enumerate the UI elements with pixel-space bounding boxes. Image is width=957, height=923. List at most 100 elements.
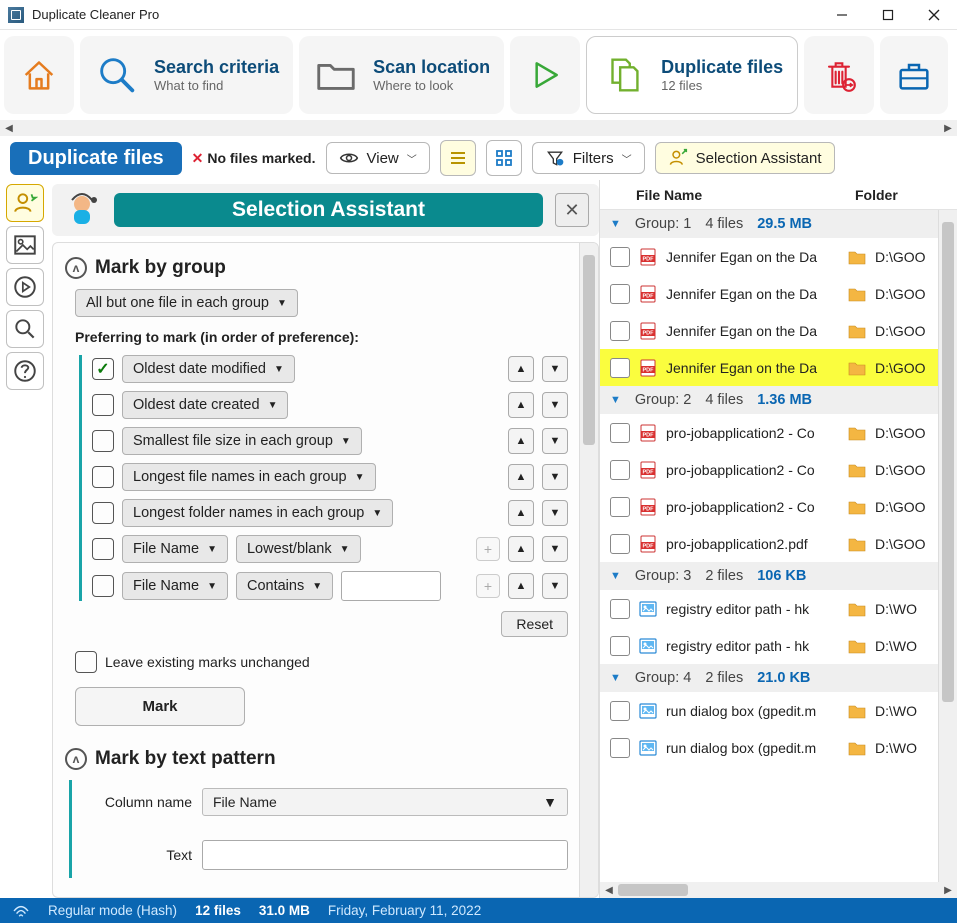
file-checkbox[interactable]	[610, 497, 630, 517]
maximize-button[interactable]	[865, 0, 911, 30]
file-row[interactable]: PDFJennifer Egan on the DaD:\GOO	[600, 238, 939, 275]
file-checkbox[interactable]	[610, 460, 630, 480]
rail-selection-assistant[interactable]	[6, 184, 44, 222]
view-grid-button[interactable]	[486, 140, 522, 176]
rule-checkbox[interactable]	[92, 358, 114, 380]
search-criteria-button[interactable]: Search criteriaWhat to find	[80, 36, 293, 114]
scan-location-button[interactable]: Scan locationWhere to look	[299, 36, 504, 114]
tools-button[interactable]	[880, 36, 948, 114]
col-filename[interactable]: File Name	[636, 187, 855, 203]
filters-button[interactable]: Filters﹀	[532, 142, 645, 174]
col-folder[interactable]: Folder	[855, 187, 939, 203]
rule-checkbox[interactable]	[92, 430, 114, 452]
file-row[interactable]: PDFJennifer Egan on the DaD:\GOO	[600, 349, 939, 386]
selection-assistant-button[interactable]: Selection Assistant	[655, 142, 835, 174]
text-input[interactable]	[202, 840, 568, 870]
file-checkbox[interactable]	[610, 321, 630, 341]
move-up-button[interactable]: ▲	[508, 356, 534, 382]
move-down-button[interactable]: ▼	[542, 356, 568, 382]
rule-checkbox[interactable]	[92, 538, 114, 560]
rail-help[interactable]	[6, 352, 44, 390]
duplicate-files-button[interactable]: Duplicate files12 files	[586, 36, 798, 114]
move-up-button[interactable]: ▲	[508, 500, 534, 526]
scan-button[interactable]	[510, 36, 580, 114]
list-scrollbar-thumb[interactable]	[942, 222, 954, 702]
rule-checkbox[interactable]	[92, 575, 114, 597]
list-hscrollbar[interactable]: ◀ ▶	[600, 882, 957, 898]
file-checkbox[interactable]	[610, 636, 630, 656]
scroll-right-icon[interactable]: ▶	[939, 120, 957, 136]
rail-image[interactable]	[6, 226, 44, 264]
file-checkbox[interactable]	[610, 534, 630, 554]
reset-button[interactable]: Reset	[501, 611, 568, 637]
file-checkbox[interactable]	[610, 284, 630, 304]
mark-button[interactable]: Mark	[75, 687, 245, 726]
file-row[interactable]: PDFJennifer Egan on the DaD:\GOO	[600, 312, 939, 349]
rail-search[interactable]	[6, 310, 44, 348]
move-down-button[interactable]: ▼	[542, 573, 568, 599]
file-checkbox[interactable]	[610, 701, 630, 721]
move-down-button[interactable]: ▼	[542, 500, 568, 526]
column-name-combo[interactable]: File Name▼	[202, 788, 568, 816]
hscroll-thumb[interactable]	[618, 884, 688, 896]
minimize-button[interactable]	[819, 0, 865, 30]
view-menu-button[interactable]: View﹀	[326, 142, 430, 174]
sa-close-button[interactable]: ✕	[555, 193, 589, 227]
group-mode-combo[interactable]: All but one file in each group▼	[75, 289, 298, 317]
move-up-button[interactable]: ▲	[508, 464, 534, 490]
group-header[interactable]: ▼Group: 32 files106 KB	[600, 562, 939, 590]
move-up-button[interactable]: ▲	[508, 536, 534, 562]
move-up-button[interactable]: ▲	[508, 428, 534, 454]
rule-combo2[interactable]: Contains▼	[236, 572, 333, 600]
file-row[interactable]: PDFpro-jobapplication2 - CoD:\GOO	[600, 414, 939, 451]
file-checkbox[interactable]	[610, 599, 630, 619]
file-row[interactable]: run dialog box (gpedit.mD:\WO	[600, 692, 939, 729]
scroll-left-icon[interactable]: ◀	[0, 120, 18, 136]
rule-checkbox[interactable]	[92, 466, 114, 488]
file-row[interactable]: PDFpro-jobapplication2.pdfD:\GOO	[600, 525, 939, 562]
home-button[interactable]	[4, 36, 74, 114]
rule-combo[interactable]: Longest file names in each group▼	[122, 463, 376, 491]
rule-combo[interactable]: Oldest date created▼	[122, 391, 288, 419]
move-up-button[interactable]: ▲	[508, 392, 534, 418]
scroll-right-icon[interactable]: ▶	[939, 882, 957, 898]
view-list-button[interactable]	[440, 140, 476, 176]
rule-checkbox[interactable]	[92, 394, 114, 416]
sa-scrollbar-thumb[interactable]	[583, 255, 595, 445]
file-checkbox[interactable]	[610, 358, 630, 378]
toolbar-scrollbar[interactable]: ◀ ▶	[0, 120, 957, 136]
scroll-left-icon[interactable]: ◀	[600, 882, 618, 898]
close-button[interactable]	[911, 0, 957, 30]
file-row[interactable]: PDFJennifer Egan on the DaD:\GOO	[600, 275, 939, 312]
file-checkbox[interactable]	[610, 738, 630, 758]
move-down-button[interactable]: ▼	[542, 536, 568, 562]
mark-by-text-title[interactable]: ʌ Mark by text pattern	[65, 748, 568, 770]
file-row[interactable]: PDFpro-jobapplication2 - CoD:\GOO	[600, 488, 939, 525]
rule-combo[interactable]: File Name▼	[122, 535, 228, 563]
group-header[interactable]: ▼Group: 14 files29.5 MB	[600, 210, 939, 238]
file-checkbox[interactable]	[610, 247, 630, 267]
group-header[interactable]: ▼Group: 42 files21.0 KB	[600, 664, 939, 692]
rule-combo[interactable]: Oldest date modified▼	[122, 355, 295, 383]
collapse-icon[interactable]: ʌ	[65, 748, 87, 770]
delete-button[interactable]	[804, 36, 874, 114]
file-row[interactable]: PDFpro-jobapplication2 - CoD:\GOO	[600, 451, 939, 488]
rule-text-input[interactable]	[341, 571, 441, 601]
move-up-button[interactable]: ▲	[508, 573, 534, 599]
move-down-button[interactable]: ▼	[542, 392, 568, 418]
file-row[interactable]: registry editor path - hkD:\WO	[600, 590, 939, 627]
rule-combo[interactable]: Smallest file size in each group▼	[122, 427, 362, 455]
rule-combo2[interactable]: Lowest/blank▼	[236, 535, 361, 563]
collapse-icon[interactable]: ʌ	[65, 257, 87, 279]
group-header[interactable]: ▼Group: 24 files1.36 MB	[600, 386, 939, 414]
file-row[interactable]: run dialog box (gpedit.mD:\WO	[600, 729, 939, 766]
rule-combo[interactable]: Longest folder names in each group▼	[122, 499, 393, 527]
move-down-button[interactable]: ▼	[542, 428, 568, 454]
file-checkbox[interactable]	[610, 423, 630, 443]
rule-combo[interactable]: File Name▼	[122, 572, 228, 600]
rule-checkbox[interactable]	[92, 502, 114, 524]
file-row[interactable]: registry editor path - hkD:\WO	[600, 627, 939, 664]
add-rule-button[interactable]: +	[476, 537, 500, 561]
move-down-button[interactable]: ▼	[542, 464, 568, 490]
add-rule-button[interactable]: +	[476, 574, 500, 598]
